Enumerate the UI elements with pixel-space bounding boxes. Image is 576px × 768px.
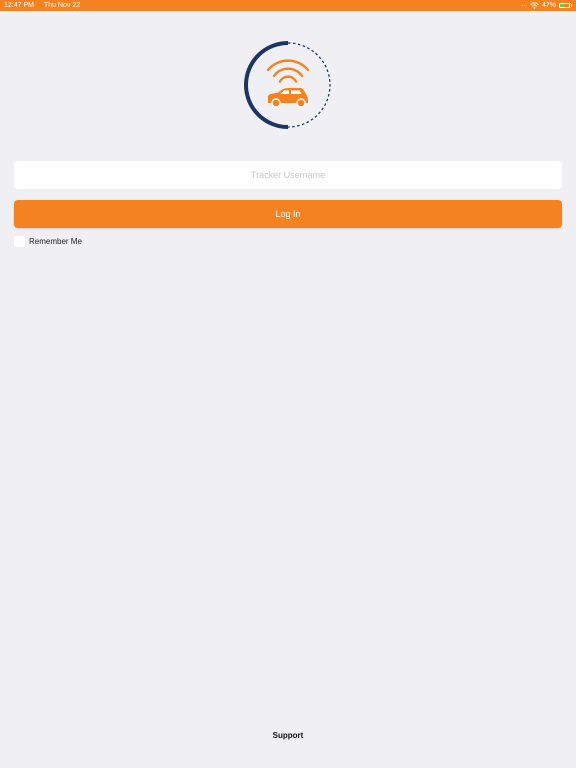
status-left: 12:47 PM Thu Nov 22 xyxy=(4,0,80,11)
status-date: Thu Nov 22 xyxy=(43,2,81,9)
status-time: 12:47 PM xyxy=(4,2,34,9)
wifi-icon xyxy=(530,2,539,9)
remember-me-checkbox[interactable] xyxy=(14,235,25,247)
battery-level xyxy=(560,4,565,7)
status-right: .... 47% xyxy=(520,0,572,11)
battery-icon xyxy=(559,3,570,8)
tracker-username-field[interactable] xyxy=(14,161,562,189)
status-bar: 12:47 PM Thu Nov 22 .... 47% xyxy=(0,0,576,11)
remember-me-label: Remember Me xyxy=(29,236,82,246)
car-tracker-logo-icon xyxy=(244,41,331,129)
signal-dots-icon: .... xyxy=(520,2,527,8)
remember-me-row[interactable]: Remember Me xyxy=(14,235,82,247)
battery-cap xyxy=(571,4,572,7)
login-button[interactable]: Log In xyxy=(14,200,562,228)
battery-percent: 47% xyxy=(541,2,556,9)
support-link[interactable]: Support xyxy=(0,731,576,740)
